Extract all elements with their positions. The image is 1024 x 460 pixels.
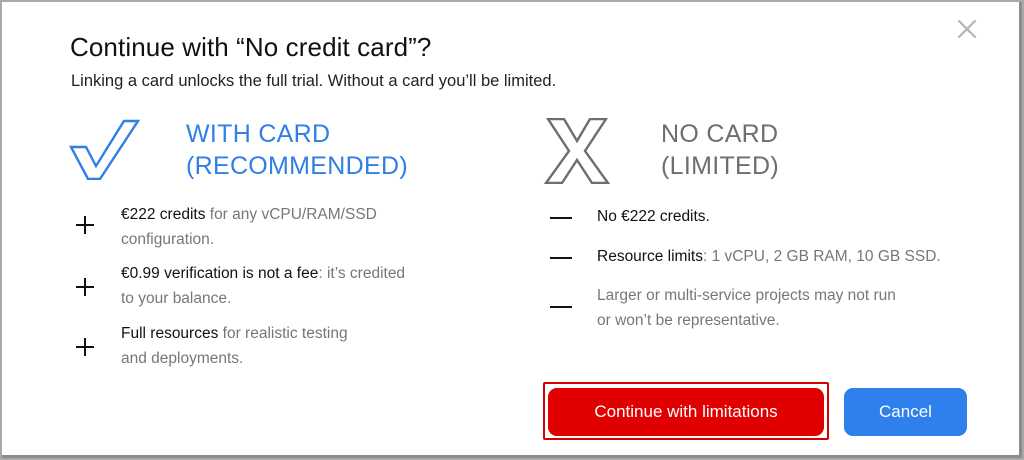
x-mark-icon — [543, 118, 611, 184]
limit-item: No €222 credits. — [542, 204, 1002, 232]
benefit-text: : it’s credited — [318, 265, 406, 282]
minus-icon — [550, 257, 572, 259]
limit-item: Resource limits: 1 vCPU, 2 GB RAM, 10 GB… — [542, 244, 1002, 272]
close-icon — [957, 19, 977, 39]
dialog-subtitle: Linking a card unlocks the full trial. W… — [71, 72, 557, 90]
limit-item: Larger or multi-service projects may not… — [542, 283, 1002, 335]
limit-text: Larger or multi-service projects may not… — [597, 287, 896, 304]
with-card-column: WITH CARD (RECOMMENDED) €222 credits for… — [68, 114, 498, 367]
checkmark-icon — [69, 119, 140, 180]
with-card-header: WITH CARD (RECOMMENDED) — [68, 114, 498, 194]
benefit-bold: €222 credits — [121, 206, 206, 223]
no-card-title: NO CARD — [661, 120, 779, 148]
benefit-bold: €0.99 verification is not a fee — [121, 265, 319, 282]
limit-bold: Resource limits — [597, 248, 703, 265]
with-card-title: WITH CARD — [186, 120, 331, 148]
benefit-text: for any vCPU/RAM/SSD — [205, 206, 377, 223]
no-card-column: NO CARD (LIMITED) No €222 credits. Resou… — [542, 114, 1002, 329]
limit-bold: No €222 credits. — [597, 208, 710, 225]
benefit-bold: Full resources — [121, 325, 219, 342]
limit-text: : 1 vCPU, 2 GB RAM, 10 GB SSD. — [702, 248, 941, 265]
dialog-title: Continue with “No credit card”? — [70, 32, 432, 62]
benefit-text-line2: and deployments. — [121, 350, 244, 367]
benefit-item: €0.99 verification is not a fee: it’s cr… — [68, 261, 488, 313]
benefit-text-line2: configuration. — [121, 231, 215, 248]
benefit-text-line2: to your balance. — [121, 290, 232, 307]
close-button[interactable] — [954, 16, 980, 42]
limit-text-line2: or won’t be representative. — [597, 312, 780, 329]
no-card-subtitle: (LIMITED) — [661, 152, 779, 180]
plus-icon — [76, 216, 94, 234]
with-card-subtitle: (RECOMMENDED) — [186, 152, 408, 180]
minus-icon — [550, 217, 572, 219]
plus-icon — [76, 338, 94, 356]
minus-icon — [550, 306, 572, 308]
plus-icon — [76, 278, 94, 296]
confirm-dialog: Continue with “No credit card”? Linking … — [0, 0, 1024, 460]
no-card-header: NO CARD (LIMITED) — [542, 114, 1002, 194]
benefit-text: for realistic testing — [218, 325, 348, 342]
continue-with-limitations-button[interactable]: Continue with limitations — [548, 388, 824, 436]
cancel-button[interactable]: Cancel — [844, 388, 967, 436]
benefit-item: €222 credits for any vCPU/RAM/SSD config… — [68, 202, 488, 254]
benefit-item: Full resources for realistic testing and… — [68, 321, 488, 373]
